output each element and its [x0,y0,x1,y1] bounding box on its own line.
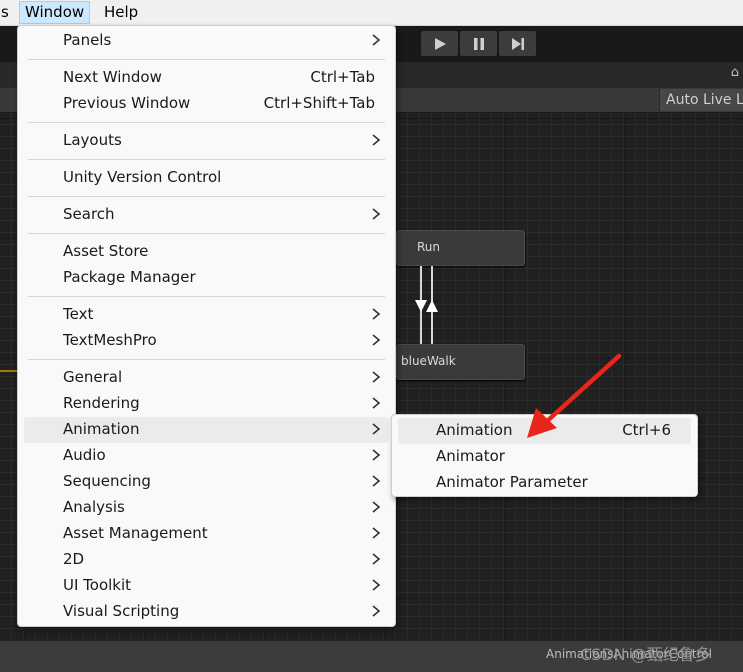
menu-item-label: Previous Window [63,94,191,112]
menu-item-label: UI Toolkit [63,576,132,594]
transition-lines[interactable] [410,264,450,346]
chevron-right-icon [372,605,381,617]
menu-separator [28,233,385,234]
watermark: CSDN @甄纪鲁多 [580,645,711,664]
state-node-label: Run [417,240,441,254]
menu-item-label: Unity Version Control [63,168,222,186]
menu-separator [28,59,385,60]
menu-separator [28,359,385,360]
menu-separator [28,196,385,197]
menu-item-sequencing[interactable]: Sequencing [24,469,389,495]
menu-item-search[interactable]: Search [24,202,389,228]
menu-item-textmeshpro[interactable]: TextMeshPro [24,328,389,354]
menu-item-label: Package Manager [63,268,196,286]
menu-item-package-manager[interactable]: Package Manager [24,265,389,291]
status-bar: AnimationsAnimatorControl CSDN @甄纪鲁多 [0,640,743,672]
menu-item-label: Layouts [63,131,122,149]
menu-item-visual-scripting[interactable]: Visual Scripting [24,599,389,625]
menu-item-text[interactable]: Text [24,302,389,328]
state-node-bluewalk[interactable]: blueWalk [396,344,525,380]
menu-item-label: Animation [436,421,513,439]
chevron-right-icon [372,553,381,565]
menu-item-audio[interactable]: Audio [24,443,389,469]
play-icon [434,37,446,50]
menu-item-2d[interactable]: 2D [24,547,389,573]
chevron-right-icon [372,527,381,539]
menu-item-label: 2D [63,550,85,568]
menu-item-analysis[interactable]: Analysis [24,495,389,521]
menu-item-ui-toolkit[interactable]: UI Toolkit [24,573,389,599]
menu-item-asset-store[interactable]: Asset Store [24,239,389,265]
chevron-right-icon [372,334,381,346]
submenu-item-animator-parameter[interactable]: Animator Parameter [398,470,691,496]
menu-item-label: Rendering [63,394,140,412]
menu-item-label: Asset Management [63,524,208,542]
chevron-right-icon [372,423,381,435]
window-menu: Panels Next Window Ctrl+Tab Previous Window… [17,25,396,627]
menu-item-next-window[interactable]: Next Window Ctrl+Tab [24,65,389,91]
transition-arrow-down-icon [415,300,427,312]
menu-item-label: Sequencing [63,472,151,490]
chevron-right-icon [372,34,381,46]
menu-item-panels[interactable]: Panels [24,28,389,54]
menu-item-rendering[interactable]: Rendering [24,391,389,417]
menu-separator [28,122,385,123]
menu-item-shortcut: Ctrl+Shift+Tab [263,94,375,112]
menu-item-unity-version-control[interactable]: Unity Version Control [24,165,389,191]
chevron-right-icon [372,308,381,320]
chevron-right-icon [372,501,381,513]
menu-item-shortcut: Ctrl+Tab [310,68,375,86]
menu-item-label: Animator Parameter [436,473,588,491]
menu-separator [28,159,385,160]
menu-item-tools[interactable]: s [0,2,14,23]
pause-button[interactable] [460,31,497,56]
chevron-right-icon [372,371,381,383]
step-icon [511,37,524,50]
chevron-right-icon [372,397,381,409]
menu-separator [28,296,385,297]
menu-item-asset-management[interactable]: Asset Management [24,521,389,547]
menu-item-label: Audio [63,446,106,464]
menu-item-window[interactable]: Window [19,1,91,24]
menu-item-label: Visual Scripting [63,602,180,620]
menu-item-label: Next Window [63,68,162,86]
annotation-arrow [527,353,622,438]
play-button[interactable] [421,31,458,56]
submenu-item-animator[interactable]: Animator [398,444,691,470]
step-button[interactable] [499,31,536,56]
menu-item-layouts[interactable]: Layouts [24,128,389,154]
menu-item-general[interactable]: General [24,365,389,391]
menu-item-label: Asset Store [63,242,149,260]
state-node-label: blueWalk [401,354,456,368]
menu-item-animation[interactable]: Animation [24,417,389,443]
menu-bar: s Window Help [0,0,743,26]
auto-live-link-toggle[interactable]: Auto Live L [659,89,743,111]
state-node-run[interactable]: Run [396,230,525,266]
window-options-icon[interactable]: ⌂ [731,65,739,80]
menu-item-label: Animator [436,447,505,465]
chevron-right-icon [372,475,381,487]
transition-arrow-up-icon [426,300,438,312]
menu-item-previous-window[interactable]: Previous Window Ctrl+Shift+Tab [24,91,389,117]
chevron-right-icon [372,208,381,220]
menu-item-label: Panels [63,31,112,49]
menu-item-label: Animation [63,420,140,438]
chevron-right-icon [372,134,381,146]
menu-item-label: Analysis [63,498,125,516]
transition-line-fragment [0,370,18,372]
menu-item-label: Text [63,305,94,323]
menu-item-label: General [63,368,123,386]
menu-item-help[interactable]: Help [99,2,143,23]
play-controls [421,31,536,56]
pause-icon [473,37,484,50]
chevron-right-icon [372,449,381,461]
chevron-right-icon [372,579,381,591]
menu-item-label: Search [63,205,115,223]
menu-item-label: TextMeshPro [63,331,157,349]
